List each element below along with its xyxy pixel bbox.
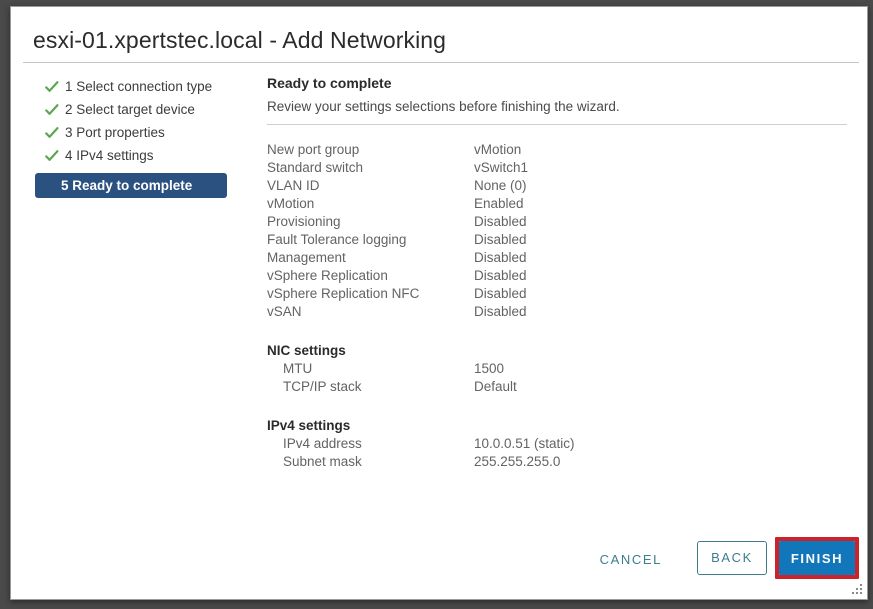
summary-value: None (0) — [474, 178, 527, 193]
summary-label: New port group — [267, 142, 360, 157]
summary-row: Fault Tolerance logging Disabled — [267, 231, 855, 249]
summary-value: Enabled — [474, 196, 524, 211]
summary-value: Default — [474, 379, 517, 394]
wizard-steps: 1 Select connection type 2 Select target… — [35, 75, 253, 198]
wizard-step-select-connection-type[interactable]: 1 Select connection type — [35, 75, 253, 98]
nic-settings-title: NIC settings — [267, 343, 346, 358]
settings-summary: New port group vMotion Standard switch v… — [267, 141, 855, 471]
summary-label: MTU — [283, 361, 313, 376]
summary-row: vMotion Enabled — [267, 195, 855, 213]
wizard-step-label: 4 IPv4 settings — [65, 148, 154, 163]
summary-row: VLAN ID None (0) — [267, 177, 855, 195]
summary-value: Disabled — [474, 304, 527, 319]
panel-subheading: Review your settings selections before f… — [267, 99, 620, 114]
back-button[interactable]: BACK — [697, 541, 767, 575]
summary-value: 10.0.0.51 (static) — [474, 436, 575, 451]
summary-value: vMotion — [474, 142, 522, 157]
summary-row: vSphere Replication NFC Disabled — [267, 285, 855, 303]
summary-row: Subnet mask 255.255.255.0 — [267, 453, 855, 471]
wizard-step-label: 5 Ready to complete — [61, 178, 193, 193]
summary-value: vSwitch1 — [474, 160, 529, 175]
summary-row: Management Disabled — [267, 249, 855, 267]
finish-button-highlight: FINISH — [775, 537, 859, 579]
summary-label: IPv4 address — [283, 436, 362, 451]
summary-label: vSAN — [267, 304, 302, 319]
check-icon — [44, 148, 60, 164]
finish-button[interactable]: FINISH — [779, 541, 855, 575]
summary-label: Standard switch — [267, 160, 364, 175]
summary-value: Disabled — [474, 250, 527, 265]
screen: esxi-01.xpertstec.local - Add Networking… — [0, 0, 873, 609]
wizard-step-label: 3 Port properties — [65, 125, 165, 140]
wizard-step-port-properties[interactable]: 3 Port properties — [35, 121, 253, 144]
summary-label: TCP/IP stack — [283, 379, 362, 394]
wizard-step-select-target-device[interactable]: 2 Select target device — [35, 98, 253, 121]
panel-heading: Ready to complete — [267, 75, 392, 91]
check-icon — [44, 102, 60, 118]
wizard-step-ipv4-settings[interactable]: 4 IPv4 settings — [35, 144, 253, 167]
wizard-step-label: 2 Select target device — [65, 102, 195, 117]
check-icon — [44, 79, 60, 95]
summary-row: Standard switch vSwitch1 — [267, 159, 855, 177]
summary-label: Subnet mask — [283, 454, 362, 469]
summary-label: Management — [267, 250, 346, 265]
summary-value: 1500 — [474, 361, 505, 376]
title-divider — [23, 62, 859, 63]
dialog-footer: CANCEL BACK FINISH — [11, 537, 867, 579]
wizard-step-ready-to-complete[interactable]: 5 Ready to complete — [35, 173, 227, 198]
summary-row: New port group vMotion — [267, 141, 855, 159]
summary-value: Disabled — [474, 268, 527, 283]
wizard-step-label: 1 Select connection type — [65, 79, 213, 94]
summary-value: 255.255.255.0 — [474, 454, 561, 469]
ipv4-settings-title: IPv4 settings — [267, 418, 351, 433]
summary-label: vMotion — [267, 196, 315, 211]
cancel-button[interactable]: CANCEL — [600, 549, 662, 571]
panel-divider — [267, 124, 847, 125]
check-icon — [44, 125, 60, 141]
summary-label: Fault Tolerance logging — [267, 232, 407, 247]
summary-row: IPv4 address 10.0.0.51 (static) — [267, 435, 855, 453]
summary-label: VLAN ID — [267, 178, 320, 193]
ready-to-complete-panel: Ready to complete Review your settings s… — [257, 75, 855, 471]
summary-row: Provisioning Disabled — [267, 213, 855, 231]
summary-label: vSphere Replication — [267, 268, 388, 283]
summary-row: vSAN Disabled — [267, 303, 855, 321]
summary-value: Disabled — [474, 286, 527, 301]
summary-label: Provisioning — [267, 214, 341, 229]
add-networking-dialog: esxi-01.xpertstec.local - Add Networking… — [10, 6, 868, 600]
summary-row: vSphere Replication Disabled — [267, 267, 855, 285]
dialog-title: esxi-01.xpertstec.local - Add Networking — [33, 27, 447, 53]
resize-grip-icon[interactable] — [851, 583, 864, 596]
summary-row: TCP/IP stack Default — [267, 378, 855, 396]
summary-label: vSphere Replication NFC — [267, 286, 420, 301]
summary-value: Disabled — [474, 232, 527, 247]
summary-row: MTU 1500 — [267, 360, 855, 378]
summary-value: Disabled — [474, 214, 527, 229]
